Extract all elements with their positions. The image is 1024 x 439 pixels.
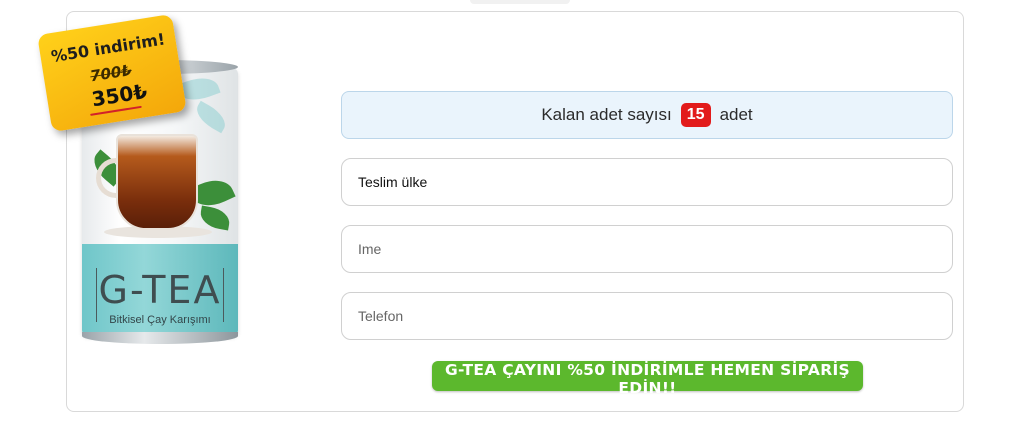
stock-suffix: adet — [719, 105, 753, 124]
country-select[interactable]: Teslim ülke — [341, 158, 953, 206]
stock-prefix: Kalan adet sayısı — [541, 105, 672, 124]
brand-subtitle: Bitkisel Çay Karışımı — [109, 314, 211, 326]
leaf-decoration — [191, 100, 231, 134]
name-input[interactable] — [341, 225, 953, 273]
discount-badge: %50 indirim! 700₺ 350₺ — [37, 13, 187, 133]
brand-name: G-TEA — [98, 268, 222, 312]
stock-count-badge: 15 — [680, 103, 711, 127]
tea-cup — [116, 134, 198, 230]
country-select-value: Teslim ülke — [358, 174, 428, 190]
order-button[interactable]: G-TEA ÇAYINI %50 İNDİRİMLE HEMEN SİPARİŞ… — [432, 361, 863, 397]
can-bottom — [82, 332, 238, 344]
discount-label: %50 indirim! — [49, 29, 167, 67]
green-leaf-decoration — [198, 205, 232, 231]
top-tab-decoration — [470, 0, 570, 4]
stock-indicator: Kalan adet sayısı 15 adet — [341, 91, 953, 139]
phone-input[interactable] — [341, 292, 953, 340]
